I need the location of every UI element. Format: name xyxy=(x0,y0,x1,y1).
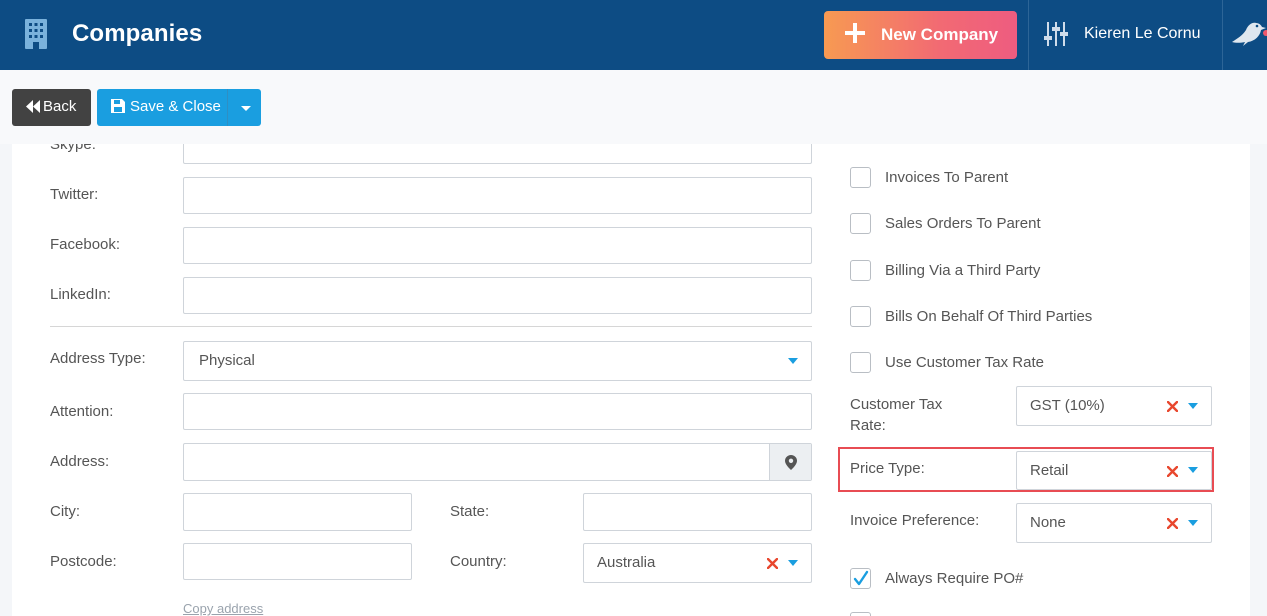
save-close-label: Save & Close xyxy=(130,98,221,115)
double-left-arrow-icon xyxy=(26,100,40,113)
skype-input[interactable] xyxy=(183,144,812,164)
linkedin-label: LinkedIn: xyxy=(50,286,111,303)
company-form-panel: Skype: Twitter: Facebook: LinkedIn: Addr… xyxy=(12,144,1250,616)
new-company-label: New Company xyxy=(881,25,999,44)
customer-tax-rate-value: GST (10%) xyxy=(1030,397,1105,414)
settings-sliders-icon[interactable] xyxy=(1043,20,1069,48)
skype-label: Skype: xyxy=(50,144,96,153)
country-select[interactable]: Australia xyxy=(583,543,812,583)
country-label: Country: xyxy=(450,553,507,570)
top-bar: Companies New Company Kieren Le Cornu xyxy=(0,0,1267,70)
chevron-down-icon xyxy=(788,560,798,566)
facebook-input[interactable] xyxy=(183,227,812,264)
map-pin-button[interactable] xyxy=(769,444,811,480)
address-label: Address: xyxy=(50,453,110,470)
invoice-preference-select[interactable]: None xyxy=(1016,503,1212,543)
checkbox-label: Billing Via a Third Party xyxy=(885,262,1041,279)
section-divider xyxy=(50,326,812,327)
clear-icon[interactable] xyxy=(1167,401,1178,412)
building-icon xyxy=(25,19,47,49)
bird-icon[interactable] xyxy=(1228,16,1267,50)
map-pin-icon xyxy=(785,455,797,470)
next-checkbox[interactable] xyxy=(850,612,871,616)
page-title: Companies xyxy=(72,20,203,47)
address-type-select[interactable]: Physical xyxy=(183,341,812,381)
back-label: Back xyxy=(43,98,77,115)
save-dropdown-caret-icon[interactable] xyxy=(241,106,251,111)
split-divider xyxy=(227,89,228,126)
customer-tax-rate-select[interactable]: GST (10%) xyxy=(1016,386,1212,426)
checkmark-icon xyxy=(853,570,869,586)
save-icon xyxy=(111,99,125,113)
price-type-highlight-box xyxy=(838,447,1214,492)
twitter-input[interactable] xyxy=(183,177,812,214)
attention-input[interactable] xyxy=(183,393,812,430)
use-customer-tax-rate-checkbox[interactable] xyxy=(850,352,871,373)
customer-tax-rate-label: Customer Tax xyxy=(850,396,943,413)
chevron-down-icon xyxy=(788,358,798,364)
country-value: Australia xyxy=(597,554,656,571)
address-type-label: Address Type: xyxy=(50,350,146,367)
header-divider xyxy=(1222,0,1223,70)
always-require-po-checkbox[interactable] xyxy=(850,568,871,589)
postcode-label: Postcode: xyxy=(50,553,117,570)
user-name[interactable]: Kieren Le Cornu xyxy=(1084,25,1201,43)
invoices-to-parent-checkbox[interactable] xyxy=(850,167,871,188)
checkbox-label: Bills On Behalf Of Third Parties xyxy=(885,308,1093,325)
copy-address-link[interactable]: Copy address xyxy=(183,601,263,616)
checkbox-label: Always Require PO# xyxy=(885,570,1024,587)
sales-orders-to-parent-checkbox[interactable] xyxy=(850,213,871,234)
chevron-down-icon xyxy=(1188,403,1198,409)
checkbox-label: Use Customer Tax Rate xyxy=(885,354,1044,371)
address-input[interactable] xyxy=(183,443,812,481)
new-company-button[interactable]: New Company xyxy=(824,11,1017,59)
checkbox-label: Sales Orders To Parent xyxy=(885,215,1041,232)
twitter-label: Twitter: xyxy=(50,186,99,203)
state-label: State: xyxy=(450,503,490,520)
action-toolbar: Back Save & Close xyxy=(0,70,1267,144)
billing-via-third-party-checkbox[interactable] xyxy=(850,260,871,281)
linkedin-input[interactable] xyxy=(183,277,812,314)
clear-icon[interactable] xyxy=(1167,518,1178,529)
chevron-down-icon xyxy=(1188,520,1198,526)
state-input[interactable] xyxy=(583,493,812,531)
invoice-preference-label: Invoice Preference: xyxy=(850,512,980,529)
city-input[interactable] xyxy=(183,493,412,531)
save-close-button[interactable]: Save & Close xyxy=(97,89,261,126)
postcode-input[interactable] xyxy=(183,543,412,580)
bills-on-behalf-checkbox[interactable] xyxy=(850,306,871,327)
invoice-preference-value: None xyxy=(1030,514,1066,531)
header-divider xyxy=(1028,0,1029,70)
address-type-value: Physical xyxy=(199,352,255,369)
attention-label: Attention: xyxy=(50,403,114,420)
checkbox-label: Invoices To Parent xyxy=(885,169,1009,186)
customer-tax-rate-label-2: Rate: xyxy=(850,417,886,434)
clear-icon[interactable] xyxy=(767,558,778,569)
facebook-label: Facebook: xyxy=(50,236,121,253)
back-button[interactable]: Back xyxy=(12,89,91,126)
city-label: City: xyxy=(50,503,80,520)
plus-icon xyxy=(845,23,865,43)
